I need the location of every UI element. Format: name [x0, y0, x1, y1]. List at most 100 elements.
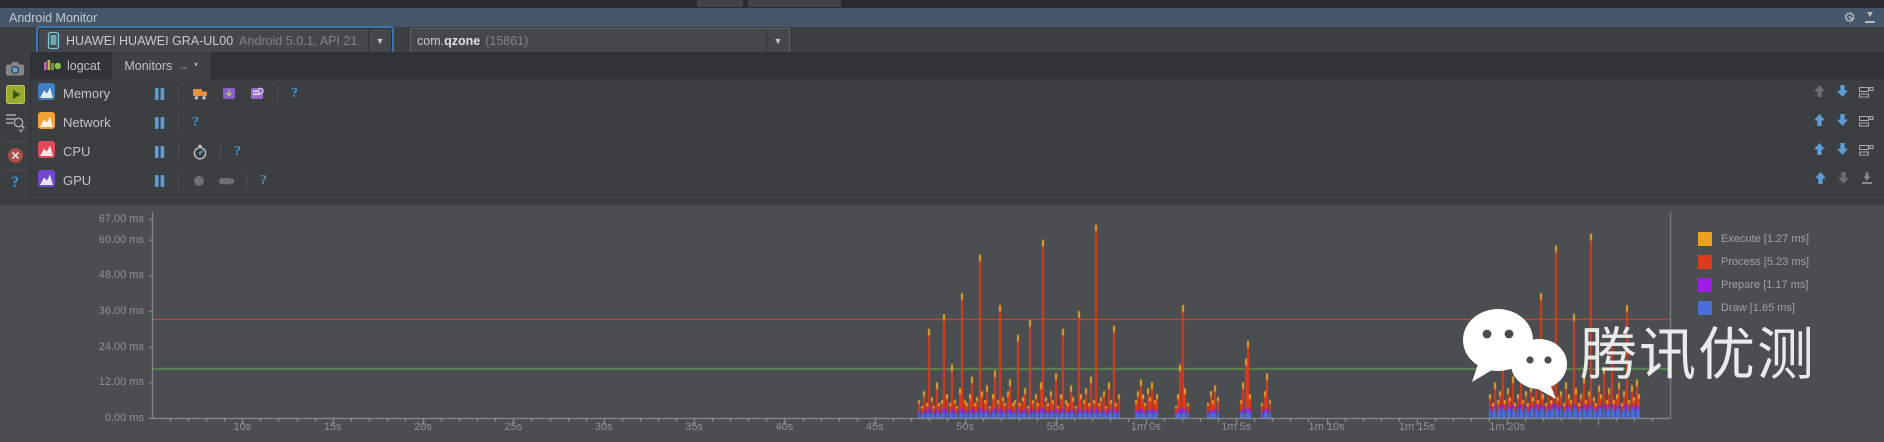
x-tick-label: 1m 5s [1221, 421, 1252, 433]
x-tick-label: 15s [323, 421, 342, 433]
legend-item: Process [5.23 ms] [1698, 255, 1809, 269]
toolbar-separator [277, 85, 279, 102]
tool-window-title: Android Monitor [9, 10, 98, 25]
top-edge-fragment [697, 0, 743, 7]
row-right-actions [1813, 79, 1874, 108]
pause-icon[interactable] [153, 145, 166, 159]
x-tick-label: 45s [865, 421, 884, 433]
pause-icon[interactable] [153, 116, 166, 130]
move-up-icon[interactable] [1813, 84, 1826, 103]
screen-record-icon[interactable] [0, 85, 30, 104]
stopwatch-icon[interactable] [192, 144, 208, 160]
tab-modified-star: * [194, 60, 198, 71]
help-icon[interactable]: ? [260, 173, 267, 189]
monitor-row-network: Network? [31, 108, 1884, 138]
terminate-application-icon[interactable] [0, 147, 30, 164]
help-icon[interactable]: ? [291, 86, 298, 102]
move-up-icon[interactable] [1813, 113, 1826, 132]
restore-icon[interactable] [1859, 114, 1874, 132]
x-tick-label: 10s [233, 421, 252, 433]
tab-monitors[interactable]: Monitors → * [112, 52, 210, 79]
monitor-tools: ? [153, 143, 241, 160]
move-up-icon[interactable] [1813, 142, 1826, 161]
network-monitor-icon [38, 111, 55, 134]
y-tick-label: 48.00 ms [98, 269, 144, 282]
gear-icon[interactable]: ⚙▾ [1843, 9, 1856, 27]
tab-label: logcat [67, 58, 101, 73]
x-tick-label: 55s [1046, 421, 1065, 433]
x-tick-label: 1m 0s [1130, 421, 1161, 433]
watermark-text: 腾讯优测 [1580, 323, 1816, 387]
process-selector[interactable]: com.qzone (15861) ▼ [410, 28, 790, 53]
wechat-logo-icon [1463, 309, 1567, 399]
hide-panel-icon[interactable] [1864, 11, 1876, 24]
gutter-separator [5, 170, 25, 171]
system-info-icon[interactable] [0, 112, 30, 133]
pause-icon[interactable] [153, 87, 166, 101]
legend-label: Execute [1.27 ms] [1721, 233, 1810, 245]
monitor-label: GPU [63, 173, 92, 188]
top-edge-fragment [748, 0, 841, 7]
move-down-icon[interactable] [1836, 142, 1849, 161]
x-tick-label: 1m 10s [1308, 421, 1345, 433]
device-dropdown-arrow[interactable]: ▼ [368, 29, 391, 52]
pause-icon[interactable] [153, 174, 166, 188]
alloc-tracker-icon[interactable] [249, 86, 265, 101]
x-tick-label: 20s [414, 421, 432, 433]
legend-swatch [1698, 232, 1712, 246]
x-tick-label: 35s [685, 421, 703, 433]
move-down-icon[interactable] [1836, 84, 1849, 103]
monitor-side-toolbar: ? [0, 52, 31, 205]
legend-label: Process [5.23 ms] [1721, 256, 1810, 268]
row-right-actions [1813, 108, 1874, 137]
y-tick-label: 12.00 ms [98, 376, 144, 389]
monitor-tab-strip: logcat Monitors → * [31, 52, 1884, 80]
monitor-tools: ? [153, 85, 298, 102]
y-tick-label: 0.00 ms [104, 412, 144, 424]
heap-dump-icon[interactable] [221, 86, 237, 101]
monitor-label: Memory [63, 86, 110, 101]
help-icon[interactable]: ? [234, 144, 241, 160]
toolbar-separator [178, 143, 180, 160]
process-name: qzone [444, 33, 481, 48]
y-tick-label: 36.00 ms [98, 305, 144, 317]
toolbar-separator [178, 172, 180, 189]
move-up-icon[interactable] [1814, 171, 1827, 190]
x-tick-label: 1m 15s [1398, 421, 1435, 433]
gutter-separator [5, 141, 25, 142]
process-dropdown-arrow[interactable]: ▼ [766, 29, 789, 52]
cpu-monitor-icon [38, 140, 55, 163]
help-icon[interactable]: ? [192, 115, 199, 131]
window-top-edge [0, 0, 1884, 8]
monitor-row-memory: Memory? [31, 79, 1884, 109]
minimize-icon[interactable] [1860, 171, 1874, 190]
move-down-icon[interactable] [1836, 113, 1849, 132]
gc-truck-icon[interactable] [192, 86, 209, 101]
record-circle-icon[interactable] [192, 174, 206, 188]
device-name: HUAWEI HUAWEI GRA-UL00 [66, 33, 234, 48]
legend-label: Prepare [1.17 ms] [1721, 279, 1809, 291]
restore-icon[interactable] [1859, 85, 1874, 103]
phone-icon [47, 31, 60, 50]
x-tick-label: 30s [594, 421, 613, 433]
tool-window-title-bar: Android Monitor ⚙▾ [0, 8, 1884, 27]
restore-icon[interactable] [1859, 143, 1874, 161]
monitor-toolbar: HUAWEI HUAWEI GRA-UL00 Android 5.0.1, AP… [0, 27, 1884, 53]
screenshot-camera-icon[interactable] [0, 60, 30, 77]
watermark: 腾讯优测 [1460, 300, 1870, 400]
y-tick-label: 60.00 ms [98, 233, 144, 246]
toolbar-separator [178, 85, 180, 102]
device-selector[interactable]: HUAWEI HUAWEI GRA-UL00 Android 5.0.1, AP… [38, 28, 392, 53]
help-icon[interactable]: ? [0, 174, 30, 192]
tab-logcat[interactable]: logcat [31, 52, 112, 79]
monitor-tools: ? [153, 172, 267, 189]
monitor-row-cpu: CPU? [31, 137, 1884, 167]
tab-label: Monitors [124, 58, 173, 73]
move-down-icon[interactable] [1837, 171, 1850, 190]
row-right-actions [1814, 166, 1874, 195]
y-tick-label: 24.00 ms [98, 340, 144, 353]
record-pill-icon[interactable] [218, 174, 234, 188]
toolbar-separator [246, 172, 248, 189]
legend-swatch [1698, 278, 1712, 292]
monitor-label: Network [63, 115, 111, 130]
